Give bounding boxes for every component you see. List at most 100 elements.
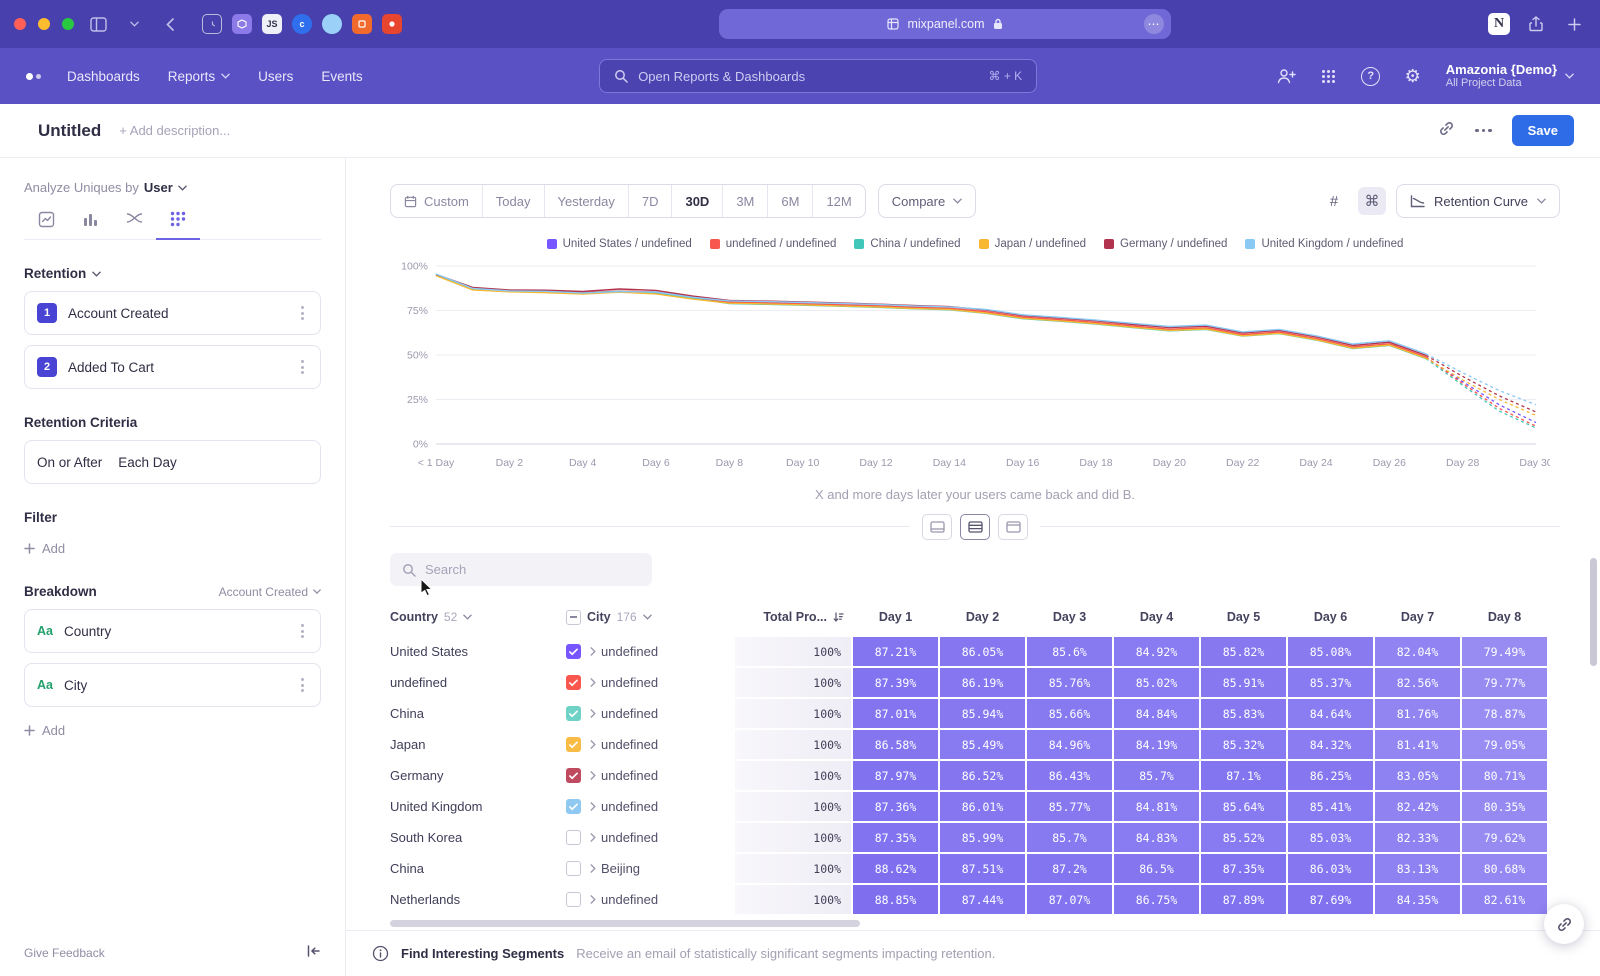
row-checkbox[interactable] xyxy=(566,830,581,845)
retention-cell[interactable]: 88.62% xyxy=(852,853,939,884)
retention-chart[interactable]: 0%25%50%75%100%< 1 DayDay 2Day 4Day 6Day… xyxy=(390,256,1560,479)
extension-red-icon[interactable] xyxy=(382,14,402,34)
retention-cell[interactable]: 79.05% xyxy=(1461,729,1548,760)
horizontal-scrollbar[interactable] xyxy=(390,920,860,927)
add-filter-button[interactable]: Add xyxy=(24,541,321,556)
retention-cell[interactable]: 85.32% xyxy=(1200,729,1287,760)
day-col-header[interactable]: Day 4 xyxy=(1113,598,1200,636)
kebab-menu-icon[interactable] xyxy=(297,674,308,696)
expand-row-icon[interactable] xyxy=(590,647,596,656)
tab-flows-icon[interactable] xyxy=(112,211,156,239)
breakdown-country[interactable]: AaCountry xyxy=(24,609,321,653)
mixpanel-logo-icon[interactable] xyxy=(26,73,41,80)
retention-cell[interactable]: 87.51% xyxy=(939,853,1026,884)
view-header-icon[interactable] xyxy=(998,514,1028,540)
chevron-down-icon[interactable] xyxy=(122,12,146,36)
range-12m[interactable]: 12M xyxy=(813,185,864,217)
row-checkbox[interactable] xyxy=(566,799,581,814)
settings-gear-icon[interactable]: ⚙ xyxy=(1400,63,1426,89)
retention-section-label[interactable]: Retention xyxy=(24,266,86,281)
retention-cell[interactable]: 84.84% xyxy=(1113,698,1200,729)
browser-sidebar-icon[interactable] xyxy=(86,12,110,36)
help-icon[interactable]: ? xyxy=(1358,63,1384,89)
city-cell[interactable]: undefined xyxy=(566,884,734,915)
share-link-floating-button[interactable] xyxy=(1544,904,1584,944)
new-tab-icon[interactable] xyxy=(1562,12,1586,36)
apps-grid-icon[interactable] xyxy=(1316,63,1342,89)
city-cell[interactable]: undefined xyxy=(566,791,734,822)
nav-dashboards[interactable]: Dashboards xyxy=(67,69,140,84)
retention-cell[interactable]: 85.08% xyxy=(1287,636,1374,667)
retention-cell[interactable]: 81.76% xyxy=(1374,698,1461,729)
retention-cell[interactable]: 87.2% xyxy=(1026,853,1113,884)
global-search-input[interactable]: Open Reports & Dashboards ⌘ + K xyxy=(599,59,1037,93)
expand-row-icon[interactable] xyxy=(590,740,596,749)
breakdown-city[interactable]: AaCity xyxy=(24,663,321,707)
retention-cell[interactable]: 85.6% xyxy=(1026,636,1113,667)
add-breakdown-button[interactable]: Add xyxy=(24,723,321,738)
range-today[interactable]: Today xyxy=(483,185,545,217)
day-col-header[interactable]: Day 3 xyxy=(1026,598,1113,636)
tab-retention-icon[interactable] xyxy=(156,211,200,240)
retention-cell[interactable]: 86.05% xyxy=(939,636,1026,667)
retention-cell[interactable]: 84.96% xyxy=(1026,729,1113,760)
retention-cell[interactable]: 86.43% xyxy=(1026,760,1113,791)
retention-cell[interactable]: 79.62% xyxy=(1461,822,1548,853)
retention-cell[interactable]: 84.92% xyxy=(1113,636,1200,667)
city-cell[interactable]: Beijing xyxy=(566,853,734,884)
retention-cell[interactable]: 85.52% xyxy=(1200,822,1287,853)
retention-cell[interactable]: 87.39% xyxy=(852,667,939,698)
total-cell[interactable]: 100% xyxy=(734,853,852,884)
range-30d[interactable]: 30D xyxy=(672,185,723,217)
notion-tab-icon[interactable]: N xyxy=(1488,13,1510,35)
retention-cell[interactable]: 82.42% xyxy=(1374,791,1461,822)
retention-cell[interactable]: 86.75% xyxy=(1113,884,1200,915)
day-col-header[interactable]: Day 6 xyxy=(1287,598,1374,636)
day-col-header[interactable]: Day 8 xyxy=(1461,598,1548,636)
total-cell[interactable]: 100% xyxy=(734,667,852,698)
retention-cell[interactable]: 78.87% xyxy=(1461,698,1548,729)
retention-cell[interactable]: 87.44% xyxy=(939,884,1026,915)
extension-sphere-icon[interactable] xyxy=(322,14,342,34)
retention-cell[interactable]: 85.76% xyxy=(1026,667,1113,698)
total-cell[interactable]: 100% xyxy=(734,822,852,853)
total-cell[interactable]: 100% xyxy=(734,698,852,729)
total-cell[interactable]: 100% xyxy=(734,636,852,667)
window-scrollbar[interactable] xyxy=(1590,558,1597,666)
retention-cell[interactable]: 84.35% xyxy=(1374,884,1461,915)
criteria-condition[interactable]: On or After xyxy=(37,455,102,470)
extension-cube-icon[interactable] xyxy=(232,14,252,34)
retention-cell[interactable]: 87.69% xyxy=(1287,884,1374,915)
retention-cell[interactable]: 81.41% xyxy=(1374,729,1461,760)
retention-cell[interactable]: 84.32% xyxy=(1287,729,1374,760)
retention-cell[interactable]: 88.85% xyxy=(852,884,939,915)
total-cell[interactable]: 100% xyxy=(734,760,852,791)
collapse-sidebar-icon[interactable] xyxy=(306,944,321,963)
retention-cell[interactable]: 85.7% xyxy=(1113,760,1200,791)
retention-cell[interactable]: 85.66% xyxy=(1026,698,1113,729)
breakdown-scope-dropdown[interactable]: Account Created xyxy=(219,585,321,599)
retention-cell[interactable]: 87.35% xyxy=(1200,853,1287,884)
total-cell[interactable]: 100% xyxy=(734,884,852,915)
retention-cell[interactable]: 85.82% xyxy=(1200,636,1287,667)
day-col-header[interactable]: Day 5 xyxy=(1200,598,1287,636)
range-6m[interactable]: 6M xyxy=(768,185,813,217)
expand-row-icon[interactable] xyxy=(590,895,596,904)
city-cell[interactable]: undefined xyxy=(566,698,734,729)
sort-icon[interactable] xyxy=(832,611,844,623)
add-description-button[interactable]: + Add description... xyxy=(119,123,230,138)
retention-cell[interactable]: 85.77% xyxy=(1026,791,1113,822)
segments-title[interactable]: Find Interesting Segments xyxy=(401,946,564,961)
expand-row-icon[interactable] xyxy=(590,864,596,873)
retention-cell[interactable]: 87.97% xyxy=(852,760,939,791)
retention-cell[interactable]: 83.05% xyxy=(1374,760,1461,791)
invite-user-icon[interactable] xyxy=(1274,63,1300,89)
retention-cell[interactable]: 86.03% xyxy=(1287,853,1374,884)
table-search-input[interactable]: Search xyxy=(390,553,652,586)
extension-js-icon[interactable]: JS xyxy=(262,14,282,34)
criteria-value-dropdown[interactable]: Each Day xyxy=(118,455,177,470)
retention-cell[interactable]: 82.56% xyxy=(1374,667,1461,698)
range-7d[interactable]: 7D xyxy=(629,185,673,217)
retention-cell[interactable]: 86.19% xyxy=(939,667,1026,698)
retention-cell[interactable]: 85.41% xyxy=(1287,791,1374,822)
